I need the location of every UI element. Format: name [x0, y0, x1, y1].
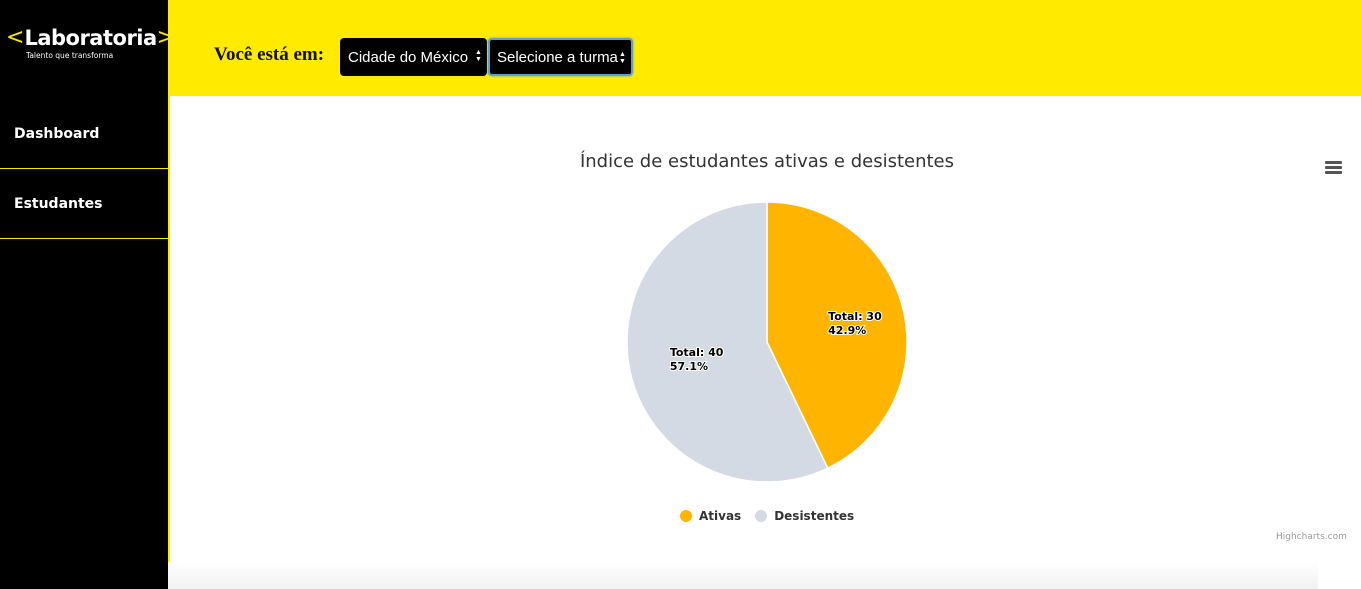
legend-item-desistentes[interactable]: Desistentes: [755, 509, 854, 523]
chart-credits[interactable]: Highcharts.com: [1276, 532, 1347, 542]
legend-dot: [755, 510, 768, 522]
legend-label: Ativas: [699, 509, 742, 523]
chart-legend: Ativas Desistentes: [680, 509, 868, 523]
pie-chart: Total: 30 42.9%Total: 40 57.1%: [626, 201, 908, 483]
legend-dot: [680, 510, 692, 522]
legend-item-ativas[interactable]: Ativas: [680, 509, 741, 523]
legend-label: Desistentes: [774, 509, 855, 523]
content-bottom-shade: [168, 562, 1318, 589]
